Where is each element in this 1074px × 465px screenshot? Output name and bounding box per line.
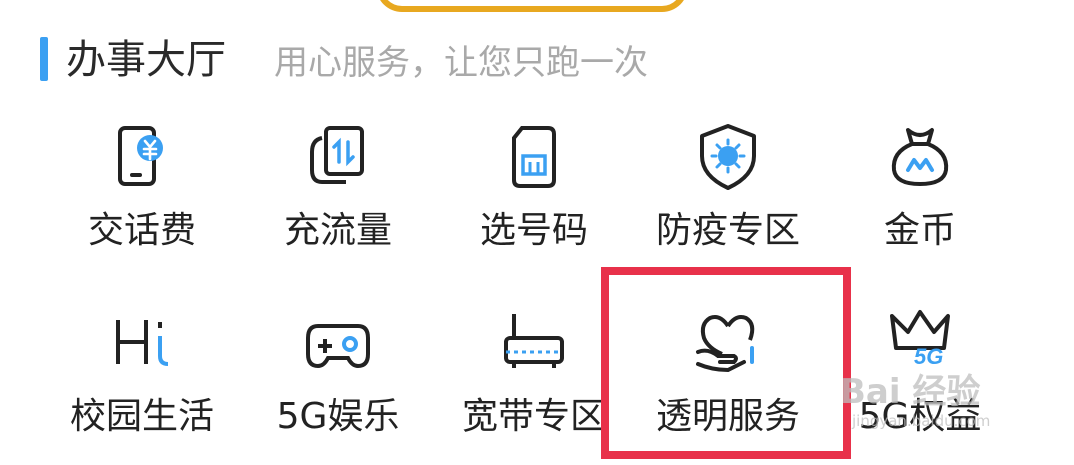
gamepad-icon [288, 308, 388, 380]
grid-item-recharge-data[interactable]: 充流量 [240, 122, 436, 272]
router-icon [484, 308, 584, 380]
svg-text:5G: 5G [914, 344, 943, 369]
grid-item-gold-coins[interactable]: 金币 [822, 122, 1018, 272]
grid-item-label: 金币 [883, 210, 956, 251]
grid-item-campus-life[interactable]: 校园生活 [44, 308, 240, 458]
data-transfer-icon [288, 122, 388, 194]
grid-item-epidemic-zone[interactable]: 防疫专区 [630, 122, 826, 272]
sim-card-icon [484, 122, 584, 194]
phone-yuan-icon [92, 122, 192, 194]
virus-shield-icon [678, 122, 778, 194]
crown-5g-icon: 5G [870, 308, 970, 380]
coin-bag-icon [870, 122, 970, 194]
section-accent-bar [40, 37, 48, 81]
section-title: 办事大厅 [66, 37, 226, 83]
grid-item-5g-entertainment[interactable]: 5G娱乐 [240, 308, 436, 458]
grid-item-5g-benefits[interactable]: 5G 5G权益 [822, 308, 1018, 458]
hi-campus-icon [92, 308, 192, 380]
grid-item-pay-bill[interactable]: 交话费 [44, 122, 240, 272]
top-banner-edge [376, 0, 688, 12]
section-subtitle: 用心服务，让您只跑一次 [274, 43, 648, 83]
highlight-box [601, 267, 851, 459]
grid-item-choose-number[interactable]: 选号码 [436, 122, 632, 272]
